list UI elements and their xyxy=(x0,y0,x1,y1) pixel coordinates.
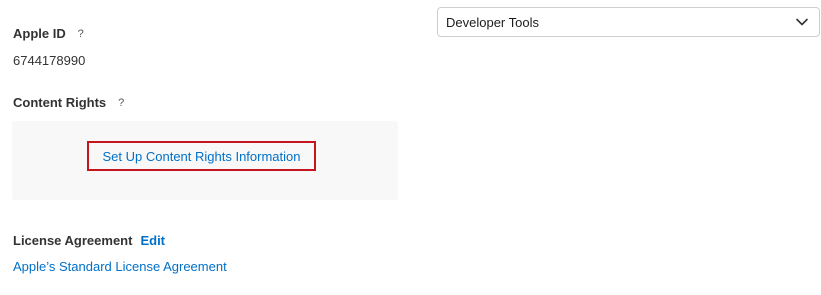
content-rights-label: Content Rights xyxy=(13,95,107,110)
content-rights-label-row: Content Rights ? xyxy=(13,95,128,110)
apple-id-help-icon[interactable]: ? xyxy=(74,27,88,41)
license-agreement-label-row: License Agreement Edit xyxy=(13,233,165,248)
license-agreement-label: License Agreement xyxy=(13,233,133,248)
license-edit-link[interactable]: Edit xyxy=(140,233,165,248)
category-select[interactable]: Developer Tools xyxy=(437,7,820,37)
set-up-content-rights-link[interactable]: Set Up Content Rights Information xyxy=(103,149,301,164)
chevron-down-icon xyxy=(795,15,809,29)
content-rights-highlight: Set Up Content Rights Information xyxy=(87,141,316,171)
standard-license-agreement-link[interactable]: Apple’s Standard License Agreement xyxy=(13,259,227,274)
apple-id-label-row: Apple ID ? xyxy=(13,26,88,41)
category-select-value: Developer Tools xyxy=(446,14,539,30)
apple-id-value: 6744178990 xyxy=(13,53,86,68)
apple-id-label: Apple ID xyxy=(13,26,66,41)
content-rights-help-icon[interactable]: ? xyxy=(114,96,128,110)
app-information-panel: Apple ID ? 6744178990 Content Rights ? S… xyxy=(0,0,821,295)
